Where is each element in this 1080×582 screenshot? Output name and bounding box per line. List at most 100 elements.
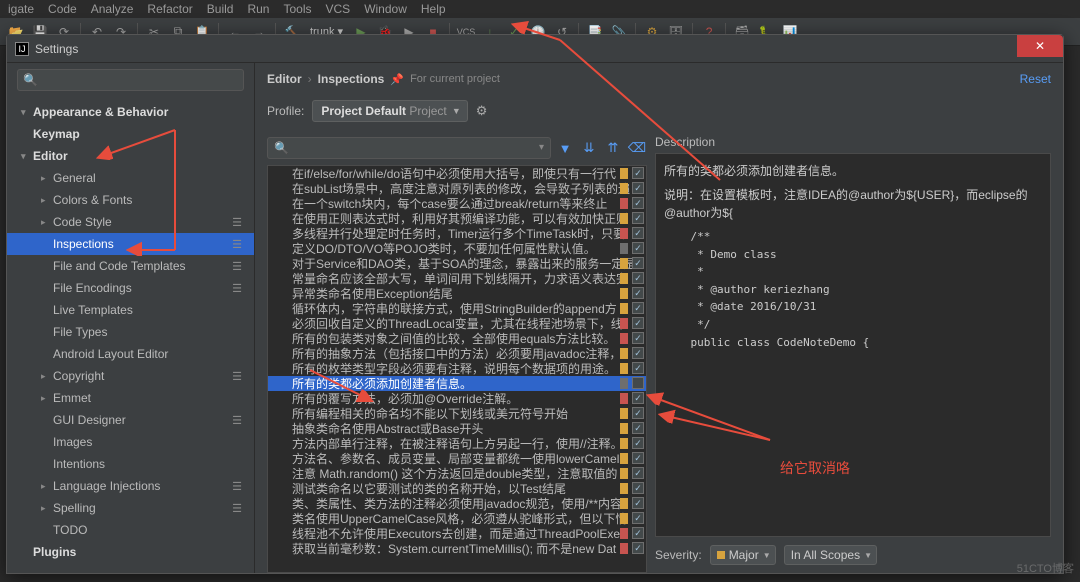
inspection-row[interactable]: 抽象类命名使用Abstract或Base开头✓ <box>268 421 646 436</box>
checkbox[interactable]: ✓ <box>632 392 644 404</box>
checkbox[interactable]: ✓ <box>632 467 644 479</box>
profile-gear-icon[interactable]: ⚙ <box>476 103 488 119</box>
checkbox[interactable]: ✓ <box>632 212 644 224</box>
menu-tools[interactable]: Tools <box>283 2 311 16</box>
menu-window[interactable]: Window <box>364 2 407 16</box>
settings-window: IJ Settings ✕ 🔍 ▾Appearance & BehaviorKe… <box>6 34 1064 574</box>
sidebar-item-emmet[interactable]: ▸Emmet <box>7 387 254 409</box>
checkbox[interactable]: ✓ <box>632 512 644 524</box>
menu-analyze[interactable]: Analyze <box>91 2 134 16</box>
sidebar-item-images[interactable]: Images <box>7 431 254 453</box>
menu-run[interactable]: Run <box>247 2 269 16</box>
sidebar-item-file-encodings[interactable]: File Encodings☰ <box>7 277 254 299</box>
inspection-search[interactable]: 🔍 ▾ <box>267 137 551 159</box>
inspection-row[interactable]: 多线程并行处理定时任务时，Timer运行多个TimeTask时，只要✓ <box>268 226 646 241</box>
inspection-row[interactable]: 在一个switch块内，每个case要么通过break/return等来终止✓ <box>268 196 646 211</box>
checkbox[interactable]: ✓ <box>632 197 644 209</box>
inspection-row[interactable]: 所有的包装类对象之间值的比较，全部使用equals方法比较。✓ <box>268 331 646 346</box>
inspection-row[interactable]: 所有的枚举类型字段必须要有注释，说明每个数据项的用途。✓ <box>268 361 646 376</box>
menu-vcs[interactable]: VCS <box>326 2 351 16</box>
menu-igate[interactable]: igate <box>8 2 34 16</box>
menu-build[interactable]: Build <box>207 2 234 16</box>
inspection-row[interactable]: 线程池不允许使用Executors去创建，而是通过ThreadPoolExe✓ <box>268 526 646 541</box>
sidebar-item-plugins[interactable]: Plugins <box>7 541 254 563</box>
inspection-row[interactable]: 在subList场景中，高度注意对原列表的修改，会导致子列表的遍✓ <box>268 181 646 196</box>
inspection-row[interactable]: 所有的覆写方法，必须加@Override注解。✓ <box>268 391 646 406</box>
checkbox[interactable]: ✓ <box>632 527 644 539</box>
checkbox[interactable] <box>632 377 644 389</box>
inspection-list[interactable]: 在if/else/for/while/do语句中必须使用大括号，即使只有一行代✓… <box>267 165 647 573</box>
scope-select[interactable]: In All Scopes ▼ <box>784 545 877 565</box>
sidebar-item-gui-designer[interactable]: GUI Designer☰ <box>7 409 254 431</box>
checkbox[interactable]: ✓ <box>632 182 644 194</box>
sidebar-item-copyright[interactable]: ▸Copyright☰ <box>7 365 254 387</box>
inspection-row[interactable]: 注意 Math.random() 这个方法返回是double类型，注意取值的✓ <box>268 466 646 481</box>
menu-help[interactable]: Help <box>421 2 446 16</box>
checkbox[interactable]: ✓ <box>632 482 644 494</box>
checkbox[interactable]: ✓ <box>632 242 644 254</box>
severity-select[interactable]: Major ▼ <box>710 545 776 565</box>
inspection-row[interactable]: 测试类命名以它要测试的类的名称开始，以Test结尾✓ <box>268 481 646 496</box>
sidebar-item-intentions[interactable]: Intentions <box>7 453 254 475</box>
sidebar-item-general[interactable]: ▸General <box>7 167 254 189</box>
profile-select[interactable]: Project Default Project ▼ <box>312 100 467 122</box>
reset-link[interactable]: Reset <box>1020 72 1051 86</box>
sidebar-item-inspections[interactable]: Inspections☰ <box>7 233 254 255</box>
inspection-row[interactable]: 必须回收自定义的ThreadLocal变量，尤其在线程池场景下，线✓ <box>268 316 646 331</box>
checkbox[interactable]: ✓ <box>632 227 644 239</box>
inspection-row[interactable]: 异常类命名使用Exception结尾✓ <box>268 286 646 301</box>
settings-sidebar: 🔍 ▾Appearance & BehaviorKeymap▾Editor▸Ge… <box>7 63 255 573</box>
checkbox[interactable]: ✓ <box>632 542 644 554</box>
checkbox[interactable]: ✓ <box>632 167 644 179</box>
inspection-row[interactable]: 对于Service和DAO类，基于SOA的理念，暴露出来的服务一定是✓ <box>268 256 646 271</box>
checkbox[interactable]: ✓ <box>632 287 644 299</box>
inspection-row[interactable]: 方法名、参数名、成员变量、局部变量都统一使用lowerCamelC✓ <box>268 451 646 466</box>
sidebar-search-input[interactable] <box>17 69 244 91</box>
inspection-row[interactable]: 类名使用UpperCamelCase风格，必须遵从驼峰形式，但以下情✓ <box>268 511 646 526</box>
checkbox[interactable]: ✓ <box>632 407 644 419</box>
sidebar-item-appearance-behavior[interactable]: ▾Appearance & Behavior <box>7 101 254 123</box>
inspection-row[interactable]: 常量命名应该全部大写，单词间用下划线隔开，力求语义表达完✓ <box>268 271 646 286</box>
eraser-icon[interactable]: ⌫ <box>627 138 647 158</box>
search-options-icon[interactable]: ▾ <box>539 142 544 153</box>
inspection-row[interactable]: 类、类属性、类方法的注释必须使用javadoc规范，使用/**内容✓ <box>268 496 646 511</box>
inspection-row[interactable]: 所有的类都必须添加创建者信息。 <box>268 376 646 391</box>
collapse-icon[interactable]: ⇈ <box>603 138 623 158</box>
checkbox[interactable]: ✓ <box>632 452 644 464</box>
sidebar-item-language-injections[interactable]: ▸Language Injections☰ <box>7 475 254 497</box>
checkbox[interactable]: ✓ <box>632 497 644 509</box>
checkbox[interactable]: ✓ <box>632 272 644 284</box>
sidebar-item-todo[interactable]: TODO <box>7 519 254 541</box>
sidebar-item-android-layout-editor[interactable]: Android Layout Editor <box>7 343 254 365</box>
checkbox[interactable]: ✓ <box>632 437 644 449</box>
sidebar-item-file-types[interactable]: File Types <box>7 321 254 343</box>
filter-icon[interactable]: ▼ <box>555 138 575 158</box>
checkbox[interactable]: ✓ <box>632 257 644 269</box>
checkbox[interactable]: ✓ <box>632 347 644 359</box>
checkbox[interactable]: ✓ <box>632 302 644 314</box>
sidebar-item-spelling[interactable]: ▸Spelling☰ <box>7 497 254 519</box>
menu-code[interactable]: Code <box>48 2 77 16</box>
close-button[interactable]: ✕ <box>1017 35 1063 57</box>
checkbox[interactable]: ✓ <box>632 332 644 344</box>
sidebar-item-keymap[interactable]: Keymap <box>7 123 254 145</box>
sidebar-item-editor[interactable]: ▾Editor <box>7 145 254 167</box>
sidebar-item-file-and-code-templates[interactable]: File and Code Templates☰ <box>7 255 254 277</box>
menu-refactor[interactable]: Refactor <box>147 2 192 16</box>
inspection-row[interactable]: 获取当前毫秒数：System.currentTimeMillis(); 而不是n… <box>268 541 646 556</box>
inspection-row[interactable]: 定义DO/DTO/VO等POJO类时，不要加任何属性默认值。✓ <box>268 241 646 256</box>
sidebar-item-code-style[interactable]: ▸Code Style☰ <box>7 211 254 233</box>
inspection-row[interactable]: 在if/else/for/while/do语句中必须使用大括号，即使只有一行代✓ <box>268 166 646 181</box>
inspection-row[interactable]: 所有的抽象方法（包括接口中的方法）必须要用javadoc注释，✓ <box>268 346 646 361</box>
checkbox[interactable]: ✓ <box>632 422 644 434</box>
expand-icon[interactable]: ⇊ <box>579 138 599 158</box>
inspection-row[interactable]: 循环体内，字符串的联接方式，使用StringBuilder的append方✓ <box>268 301 646 316</box>
inspection-row[interactable]: 方法内部单行注释，在被注释语句上方另起一行，使用//注释。✓ <box>268 436 646 451</box>
checkbox[interactable]: ✓ <box>632 317 644 329</box>
sidebar-item-live-templates[interactable]: Live Templates <box>7 299 254 321</box>
inspection-row[interactable]: 所有编程相关的命名均不能以下划线或美元符号开始✓ <box>268 406 646 421</box>
checkbox[interactable]: ✓ <box>632 362 644 374</box>
settings-tree[interactable]: ▾Appearance & BehaviorKeymap▾Editor▸Gene… <box>7 97 254 573</box>
inspection-row[interactable]: 在使用正则表达式时，利用好其预编译功能，可以有效加快正则✓ <box>268 211 646 226</box>
sidebar-item-colors-fonts[interactable]: ▸Colors & Fonts <box>7 189 254 211</box>
